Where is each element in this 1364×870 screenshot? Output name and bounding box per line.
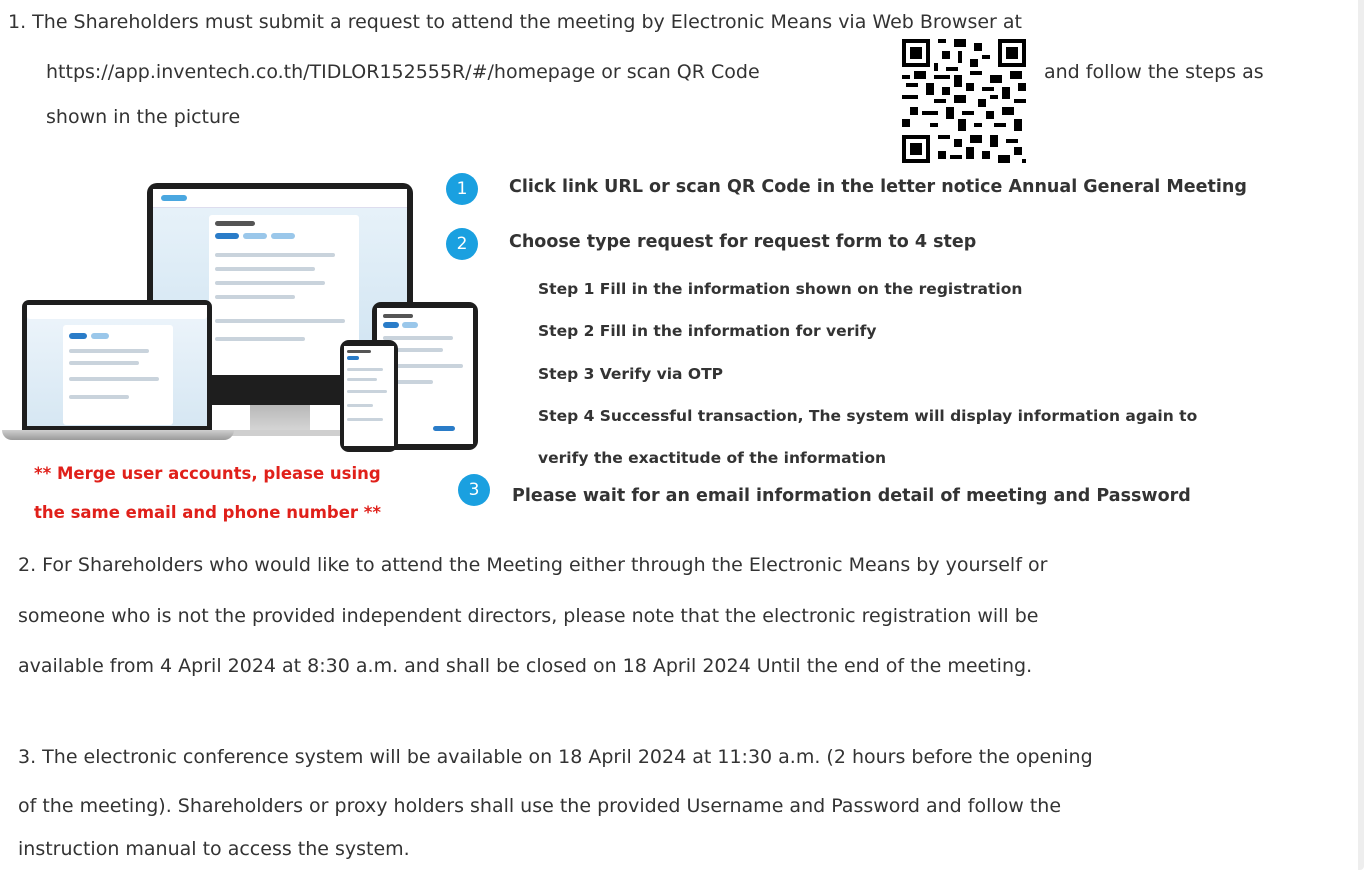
step2-sub2: Step 2 Fill in the information for verif… (538, 322, 877, 340)
page-frame-right (1358, 0, 1364, 870)
section3-line2: of the meeting). Shareholders or proxy h… (18, 795, 1062, 817)
monitor-stand-base (215, 430, 345, 436)
qr-code-icon[interactable] (902, 39, 1026, 163)
monitor-stand (250, 405, 310, 433)
section1-line3: shown in the picture (46, 106, 241, 128)
section3-line1: 3. The electronic conference system will… (18, 746, 1093, 768)
phone-mockup (340, 340, 398, 452)
laptop-base (2, 430, 234, 440)
merge-note-line1: ** Merge user accounts, please using (34, 464, 381, 483)
step3-text: Please wait for an email information det… (512, 486, 1191, 506)
step2-sub4b: verify the exactitude of the information (538, 449, 887, 467)
registration-url[interactable]: https://app.inventech.co.th/TIDLOR152555… (46, 61, 760, 83)
step2-badge: 2 (446, 228, 478, 260)
section3-line3: instruction manual to access the system. (18, 838, 410, 860)
step3-badge: 3 (458, 474, 490, 506)
step2-text: Choose type request for request form to … (509, 232, 977, 252)
step2-sub3: Step 3 Verify via OTP (538, 365, 724, 383)
section2-line2: someone who is not the provided independ… (18, 605, 1039, 627)
merge-note-line2: the same email and phone number ** (34, 503, 382, 522)
section1-line2-suffix: and follow the steps as (1044, 61, 1264, 83)
section1-line1: 1. The Shareholders must submit a reques… (8, 11, 1022, 33)
step1-badge: 1 (446, 173, 478, 205)
step2-sub1: Step 1 Fill in the information shown on … (538, 280, 1023, 298)
laptop-mockup (22, 300, 212, 430)
step2-sub4a: Step 4 Successful transaction, The syste… (538, 407, 1198, 425)
step1-text: Click link URL or scan QR Code in the le… (509, 177, 1247, 197)
section2-line3: available from 4 April 2024 at 8:30 a.m.… (18, 655, 1033, 677)
section2-line1: 2. For Shareholders who would like to at… (18, 554, 1048, 576)
